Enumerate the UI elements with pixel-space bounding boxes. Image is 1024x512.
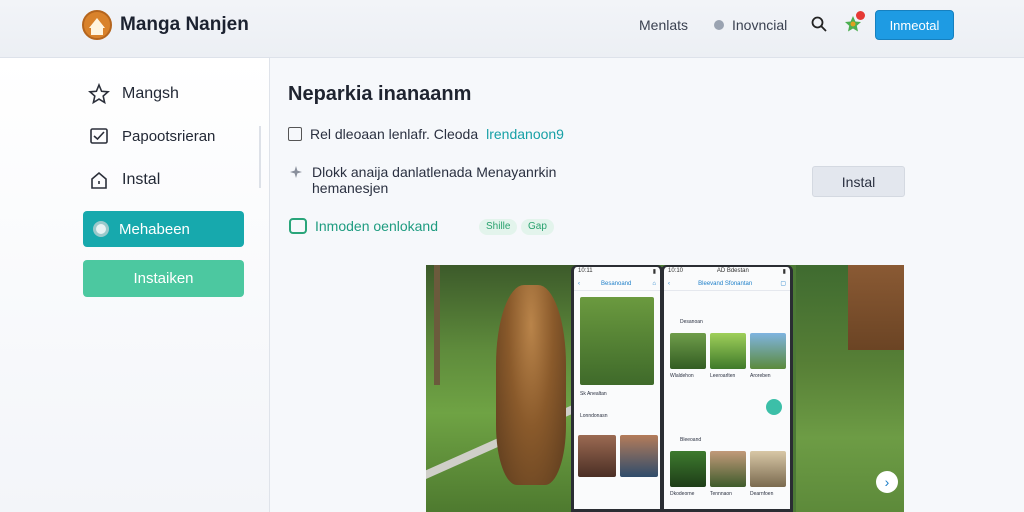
nav-menu-link[interactable]: Menlats [639,17,688,33]
house-figure [848,265,904,350]
phone-status-bar: 10:11 ▮ [578,268,656,275]
info-row-text: Rel dleoaan lenlafr. Cleoda [310,126,479,142]
nav-second-link[interactable]: Inovncial [732,17,787,33]
phone-thumbnail [710,333,746,369]
phone-caption: Sk Anealtan [580,391,607,397]
tiger-photo [426,265,599,512]
app-preview-image: › 10:11 ▮ ‹ Besanoand ⌂ Sk Anealtan Lonndon… [426,265,904,512]
phone-status-bar: 10:10 AD Bdestan ▮ [668,268,786,275]
sidebar-item-label: Papootsrieran [122,127,216,145]
info-row-status: Inmoden oenlokand [289,218,438,234]
info-row-details: Dlokk anaija danlatlenada Menayanrkin he… [290,164,580,196]
tiger-figure [496,285,566,485]
top-navigation-bar: Manga Nanjen Menlats Inovncial Inmeotal [0,0,1024,58]
profile-icon [93,221,109,237]
sparkle-icon [290,166,302,178]
sidebar-item-instal[interactable]: Instal [88,168,160,192]
phone-thumbnail [750,333,786,369]
globe-icon [714,20,724,30]
phone-thumbnail [750,451,786,487]
phone-section-heading: Desanoan [680,319,703,325]
sidebar-cta-button[interactable]: Instaiken [83,260,244,297]
phone-caption: Tennnaon [710,491,732,497]
search-icon[interactable] [811,16,827,32]
info-row-description: Rel dleoaan lenlafr. Cleoda lrendanoon9 [288,126,564,142]
install-button[interactable]: Instal [812,166,905,197]
phone-app-bar: ‹ Bleevand Sfonantan ▢ [664,277,790,291]
phone-caption: Dearnfoen [750,491,774,497]
notifications-button[interactable] [843,11,865,34]
sidebar-item-label: Mangsh [122,85,179,102]
info-row-link[interactable]: lrendanoon9 [486,126,564,142]
sidebar-active-label: Mehabeen [119,220,190,238]
brand-logo[interactable] [82,10,112,40]
phone-thumbnail [670,333,706,369]
phone-thumbnail [670,451,706,487]
status-text: Inmoden oenlokand [315,218,438,234]
phone-caption: Leeroarlten [710,373,736,379]
phone-mockup-1: 10:11 ▮ ‹ Besanoand ⌂ Sk Anealtan Lonndonas… [571,265,663,512]
phone-caption: Aroreben [750,373,771,379]
tag-chip[interactable]: Gap [521,219,554,235]
phone-photo-deer [580,297,654,385]
sidebar-item-active[interactable]: Mehabeen [83,211,244,247]
phone-caption: Wlaldehon [670,373,694,379]
sidebar-divider [259,126,261,188]
phone-mockup-2: 10:10 AD Bdestan ▮ ‹ Bleevand Sfonantan ▢ … [661,265,793,512]
check-box-icon [289,218,307,234]
sidebar-item-mangsh[interactable]: Mangsh [88,82,179,106]
home-icon [91,171,107,189]
phone-app-bar: ‹ Besanoand ⌂ [574,277,660,291]
phone-photo-person [578,435,616,477]
header-cta-button[interactable]: Inmeotal [875,10,954,40]
page-title: Neparkia inanaanm [288,83,472,105]
chevron-right-icon[interactable]: › [876,471,898,493]
star-outline-icon [88,83,110,105]
details-text: Dlokk anaija danlatlenada Menayanrkin he… [312,164,557,196]
mail-check-icon [90,128,108,144]
notification-badge [856,11,865,20]
sidebar-item-label: Instal [122,171,161,188]
garden-photo: › [796,265,904,512]
phone-action-button [766,399,782,415]
tag-chip[interactable]: Shille [479,219,518,235]
phone-thumbnail [710,451,746,487]
document-icon [288,127,302,141]
phone-caption: Dkodeorne [670,491,695,497]
brand-name[interactable]: Manga Nanjen [120,14,249,36]
phone-section-heading: Bleeoand [680,437,702,443]
phone-photo-person [620,435,658,477]
phone-caption: Lonndonasn [580,413,608,419]
sidebar-item-papootsrieran[interactable]: Papootsrieran [88,124,215,148]
